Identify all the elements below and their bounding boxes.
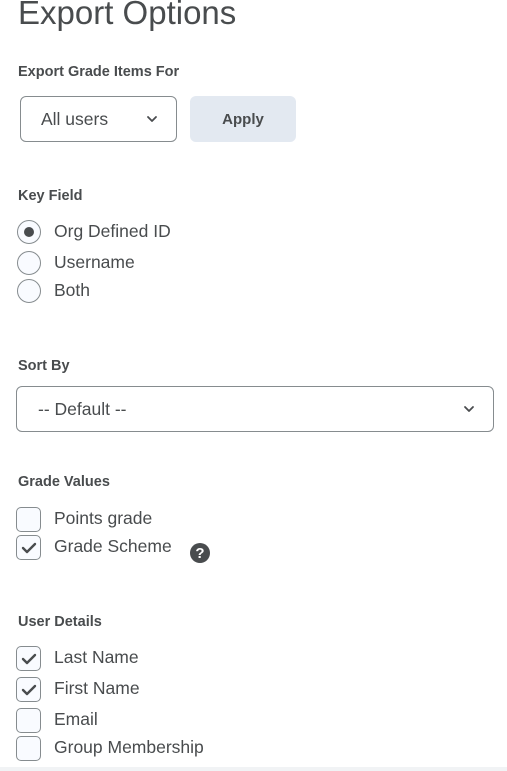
chevron-down-icon — [147, 116, 157, 122]
checkmark-icon — [21, 542, 37, 554]
radio-button[interactable] — [17, 279, 41, 303]
checkbox[interactable] — [16, 507, 41, 532]
key-field-label: Key Field — [18, 188, 83, 204]
export-for-value: All users — [41, 108, 109, 129]
sort-by-label: Sort By — [18, 358, 70, 374]
chevron-down-icon — [464, 406, 474, 412]
page-title: Export Options — [18, 0, 237, 31]
radio-button[interactable] — [17, 220, 41, 244]
export-for-label: Export Grade Items For — [18, 64, 180, 80]
checkbox[interactable] — [16, 646, 41, 671]
checkbox-label: Last Name — [54, 647, 139, 667]
checkbox-label: Group Membership — [54, 737, 204, 757]
sort-by-select[interactable]: -- Default -- — [16, 386, 494, 432]
export-for-select[interactable]: All users — [20, 96, 177, 142]
help-icon[interactable]: ? — [190, 543, 210, 563]
checkbox-label: Grade Scheme — [54, 536, 172, 556]
checkbox[interactable] — [16, 535, 41, 560]
checkbox-label: First Name — [54, 678, 140, 698]
radio-label: Org Defined ID — [54, 221, 171, 241]
radio-button[interactable] — [17, 251, 41, 275]
user-details-label: User Details — [18, 614, 102, 630]
radio-label: Username — [54, 252, 135, 272]
grade-values-label: Grade Values — [18, 474, 110, 490]
sort-by-value: -- Default -- — [38, 398, 127, 419]
checkbox[interactable] — [16, 708, 41, 733]
checkbox-label: Points grade — [54, 508, 153, 528]
radio-label: Both — [54, 280, 90, 300]
checkbox[interactable] — [16, 736, 41, 761]
checkbox-label: Email — [54, 709, 98, 729]
checkmark-icon — [21, 684, 37, 696]
bottom-divider — [0, 767, 507, 771]
checkmark-icon — [21, 653, 37, 665]
apply-button[interactable]: Apply — [190, 96, 296, 142]
checkbox[interactable] — [16, 677, 41, 702]
